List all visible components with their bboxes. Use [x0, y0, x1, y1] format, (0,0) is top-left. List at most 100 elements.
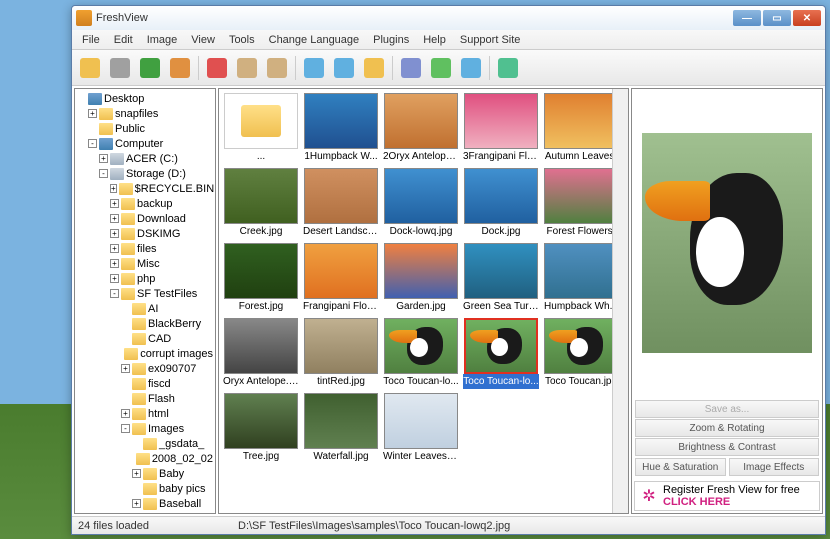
menu-tools[interactable]: Tools — [223, 32, 261, 48]
wallpaper-icon[interactable] — [459, 56, 483, 80]
cut-icon[interactable] — [205, 56, 229, 80]
thumbnail-item[interactable]: Toco Toucan-lo... — [463, 318, 539, 389]
tree-toggle-icon[interactable]: + — [121, 364, 130, 373]
tree-node[interactable]: corrupt images — [77, 346, 213, 361]
menu-help[interactable]: Help — [417, 32, 452, 48]
tree-node[interactable]: +php — [77, 271, 213, 286]
tree-node[interactable]: -Storage (D:) — [77, 166, 213, 181]
menu-image[interactable]: Image — [141, 32, 184, 48]
thumbnail-item[interactable]: Toco Toucan-lo... — [383, 318, 459, 389]
tree-node[interactable]: +Misc — [77, 256, 213, 271]
paste-icon[interactable] — [265, 56, 289, 80]
tree-toggle-icon[interactable]: - — [88, 139, 97, 148]
tree-node[interactable]: BlackBerry — [77, 316, 213, 331]
print-icon[interactable] — [399, 56, 423, 80]
thumbnail-item[interactable]: ... — [223, 93, 299, 164]
menu-plugins[interactable]: Plugins — [367, 32, 415, 48]
tree-node[interactable]: -SF TestFiles — [77, 286, 213, 301]
thumbnail-item[interactable]: Autumn Leaves. — [543, 93, 619, 164]
tree-node[interactable]: 2008_02_02 — [77, 451, 213, 466]
tree-toggle-icon[interactable]: + — [110, 214, 119, 223]
thumbnail-item[interactable]: Humpback Wh... — [543, 243, 619, 314]
maximize-button[interactable]: ▭ — [763, 10, 791, 26]
thumbnail-item[interactable]: Desert Landsca... — [303, 168, 379, 239]
thumbnail-item[interactable]: Green Sea Turtle.j — [463, 243, 539, 314]
thumbnail-item[interactable]: Forest Flowers. — [543, 168, 619, 239]
copy-icon[interactable] — [235, 56, 259, 80]
menu-support-site[interactable]: Support Site — [454, 32, 527, 48]
tree-toggle-icon[interactable]: + — [110, 184, 117, 193]
tree-node[interactable]: fiscd — [77, 376, 213, 391]
zoom-rotating-section[interactable]: Zoom & Rotating — [635, 419, 819, 437]
refresh-icon[interactable] — [138, 56, 162, 80]
brightness-contrast-section[interactable]: Brightness & Contrast — [635, 438, 819, 456]
tree-toggle-icon[interactable]: + — [132, 499, 141, 508]
tree-node[interactable]: +Baby — [77, 466, 213, 481]
thumbnail-item[interactable]: Tree.jpg — [223, 393, 299, 464]
thumbnail-item[interactable]: Toco Toucan.jpg — [543, 318, 619, 389]
tree-node[interactable]: +DSKIMG — [77, 226, 213, 241]
thumbnail-item[interactable]: Forest.jpg — [223, 243, 299, 314]
tree-node[interactable]: +html — [77, 406, 213, 421]
tree-toggle-icon[interactable]: - — [121, 424, 130, 433]
thumbnail-item[interactable]: Garden.jpg — [383, 243, 459, 314]
rotate-left-icon[interactable] — [302, 56, 326, 80]
tree-node[interactable]: +files — [77, 241, 213, 256]
image-effects-section[interactable]: Image Effects — [729, 458, 820, 476]
hue-saturation-section[interactable]: Hue & Saturation — [635, 458, 726, 476]
tree-node[interactable]: CAD — [77, 331, 213, 346]
tree-toggle-icon[interactable]: - — [110, 289, 119, 298]
tree-node[interactable]: +snapfiles — [77, 106, 213, 121]
tree-node[interactable]: +Baseball — [77, 496, 213, 511]
delete-icon[interactable] — [108, 56, 132, 80]
tree-toggle-icon[interactable]: - — [99, 169, 108, 178]
tree-toggle-icon[interactable]: + — [110, 259, 119, 268]
tree-node[interactable]: baseballgame — [77, 511, 213, 514]
tree-toggle-icon[interactable]: + — [132, 469, 141, 478]
open-folder-icon[interactable] — [78, 56, 102, 80]
folder-tree-panel[interactable]: Desktop+snapfilesPublic-Computer+ACER (C… — [74, 88, 216, 514]
thumbnail-item[interactable]: Dock-lowq.jpg — [383, 168, 459, 239]
tree-node[interactable]: AI — [77, 301, 213, 316]
thumbnail-item[interactable]: Dock.jpg — [463, 168, 539, 239]
home-icon[interactable] — [168, 56, 192, 80]
tree-toggle-icon[interactable]: + — [121, 409, 130, 418]
thumbnail-item[interactable]: Frangipani Flow... — [303, 243, 379, 314]
tree-toggle-icon[interactable]: + — [110, 199, 119, 208]
thumbnail-item[interactable]: Creek.jpg — [223, 168, 299, 239]
tree-node[interactable]: Flash — [77, 391, 213, 406]
thumbnail-item[interactable]: Winter Leaves.jpg — [383, 393, 459, 464]
register-banner[interactable]: ✲ Register Fresh View for freeCLICK HERE — [634, 481, 820, 511]
save-as-button[interactable]: Save as... — [635, 400, 819, 418]
tree-node[interactable]: +ex090707 — [77, 361, 213, 376]
options-icon[interactable] — [496, 56, 520, 80]
titlebar[interactable]: FreshView — ▭ ✕ — [72, 6, 825, 30]
tree-node[interactable]: Desktop — [77, 91, 213, 106]
minimize-button[interactable]: — — [733, 10, 761, 26]
menu-change-language[interactable]: Change Language — [263, 32, 366, 48]
thumbnail-item[interactable]: tintRed.jpg — [303, 318, 379, 389]
thumbnail-panel[interactable]: ...1Humpback W...2Oryx Antelope.jpg3Fran… — [218, 88, 629, 514]
menu-file[interactable]: File — [76, 32, 106, 48]
tree-node[interactable]: _gsdata_ — [77, 436, 213, 451]
tree-toggle-icon[interactable]: + — [99, 154, 108, 163]
email-icon[interactable] — [429, 56, 453, 80]
tree-node[interactable]: Public — [77, 121, 213, 136]
rotate-right-icon[interactable] — [332, 56, 356, 80]
menu-edit[interactable]: Edit — [108, 32, 139, 48]
tree-node[interactable]: baby pics — [77, 481, 213, 496]
tree-node[interactable]: -Computer — [77, 136, 213, 151]
tree-toggle-icon[interactable]: + — [110, 274, 119, 283]
tree-toggle-icon[interactable]: + — [110, 244, 119, 253]
thumbnail-item[interactable]: Oryx Antelope.jpg — [223, 318, 299, 389]
tree-toggle-icon[interactable]: + — [88, 109, 97, 118]
tree-node[interactable]: +backup — [77, 196, 213, 211]
thumbnail-item[interactable]: 3Frangipani Flo... — [463, 93, 539, 164]
scrollbar-vertical[interactable] — [612, 89, 628, 513]
tree-node[interactable]: +Download — [77, 211, 213, 226]
slideshow-icon[interactable] — [362, 56, 386, 80]
thumbnail-item[interactable]: Waterfall.jpg — [303, 393, 379, 464]
tree-node[interactable]: -Images — [77, 421, 213, 436]
tree-node[interactable]: +ACER (C:) — [77, 151, 213, 166]
tree-node[interactable]: +$RECYCLE.BIN — [77, 181, 213, 196]
